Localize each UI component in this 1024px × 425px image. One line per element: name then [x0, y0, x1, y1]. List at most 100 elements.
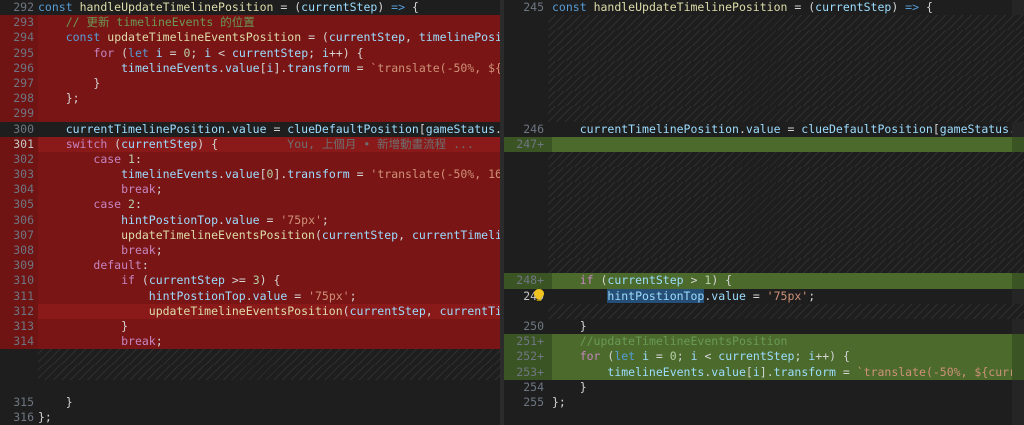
line-number: 293 [13, 15, 34, 30]
line-number [504, 227, 548, 243]
code-text: switch (currentStep) { You, 上個月 • 新增動畫流程… [38, 136, 500, 152]
left-code-line[interactable]: 301 switch (currentStep) { You, 上個月 • 新增… [0, 136, 500, 152]
line-number [504, 45, 548, 61]
line-number [504, 197, 548, 213]
code-text: } [38, 394, 73, 409]
right-code-line[interactable]: 245 const handleUpdateTimelinePosition = … [504, 0, 1024, 15]
code-text: const handleUpdateTimelinePosition = (cu… [552, 0, 933, 14]
left-code-line[interactable]: 303 timelineEvents.value[0].transform = … [0, 167, 500, 183]
left-code-line[interactable]: 295 for (let i = 0; i < currentStep; i++… [0, 45, 500, 61]
left-code-line[interactable]: 297 } [0, 75, 500, 92]
code-text: updateTimelineEventsPosition(currentStep… [38, 303, 500, 319]
left-code-line[interactable]: 313 } [0, 318, 500, 335]
right-code-line[interactable]: → [504, 15, 1024, 31]
left-code-line[interactable]: 316}; [0, 410, 500, 425]
line-number: 250 [523, 318, 544, 333]
line-number [504, 75, 548, 92]
code-text: if (currentStep >= 3) { [38, 273, 500, 289]
right-code-line[interactable] [504, 30, 1024, 46]
left-code-line[interactable]: 308 break; [0, 243, 500, 259]
left-code-line[interactable] [0, 349, 500, 365]
modified-pane[interactable]: 245 const handleUpdateTimelinePosition = … [504, 0, 1024, 425]
line-number: 306 [13, 212, 34, 227]
right-code-line[interactable] [504, 258, 1024, 274]
line-number: 313 [13, 318, 34, 333]
revert-arrow-icon[interactable]: → [504, 137, 510, 152]
left-code-line[interactable]: 307 updateTimelineEventsPosition(current… [0, 227, 500, 243]
code-text: currentTimelinePosition.value = clueDefa… [579, 121, 1012, 136]
left-code-line[interactable] [0, 364, 500, 380]
right-code-line[interactable] [504, 45, 1024, 61]
left-code-line[interactable]: 304 break; [0, 182, 500, 198]
right-code-line[interactable] [504, 303, 1024, 319]
right-code-line[interactable] [504, 106, 1024, 122]
line-number [504, 106, 548, 122]
line-number [0, 380, 38, 395]
line-number: 307 [13, 227, 34, 242]
left-code-line[interactable]: 312 updateTimelineEventsPosition(current… [0, 303, 500, 319]
revert-arrow-icon[interactable]: → [504, 334, 510, 349]
left-code-line[interactable]: 311 hintPostionTop.value = '75px'; [0, 288, 500, 304]
right-code-line[interactable] [504, 91, 1024, 107]
left-code-line[interactable]: 315 } [0, 395, 500, 410]
right-code-line[interactable] [504, 197, 1024, 213]
right-code-line[interactable] [504, 212, 1024, 228]
code-text: break; [38, 334, 500, 350]
left-code-line[interactable]: 299 [0, 106, 500, 122]
code-text: const handleUpdateTimelinePosition = (cu… [38, 0, 419, 14]
left-code-line[interactable]: 294 const updateTimelineEventsPosition =… [0, 30, 500, 46]
line-number [504, 15, 548, 31]
right-code-line[interactable] [504, 60, 1024, 76]
line-number: 247+ [516, 136, 544, 151]
lightbulb-icon[interactable] [534, 288, 548, 304]
left-code-line[interactable]: 310 if (currentStep >= 3) { [0, 273, 500, 289]
line-number: 299 [13, 106, 34, 121]
left-code-line[interactable]: 298 }; [0, 91, 500, 107]
right-code-line[interactable]: 248+ if (currentStep > 1) { [504, 273, 1024, 289]
right-code-line[interactable] [504, 227, 1024, 243]
left-code-line[interactable]: 302 case 1: [0, 151, 500, 168]
right-code-line[interactable] [504, 167, 1024, 183]
left-code-line[interactable]: 305 case 2: [0, 197, 500, 213]
line-number: 254 [523, 379, 544, 394]
left-code-line[interactable]: 300 currentTimelinePosition.value = clue… [0, 122, 500, 137]
original-pane[interactable]: 292 const handleUpdateTimelinePosition = … [0, 0, 500, 425]
right-code-line[interactable]: 251+ → //updateTimelineEventsPosition [504, 334, 1024, 350]
right-code-line[interactable]: 253+ timelineEvents.value[i].transform =… [504, 364, 1024, 380]
left-code-line[interactable]: 306 hintPostionTop.value = '75px'; [0, 212, 500, 228]
left-code-line[interactable]: 292 const handleUpdateTimelinePosition = … [0, 0, 500, 15]
left-code-line[interactable]: 314 break; [0, 334, 500, 350]
right-code-line[interactable]: 252+ for (let i = 0; i < currentStep; i+… [504, 349, 1024, 365]
right-code-line[interactable] [504, 151, 1024, 168]
revert-arrow-icon[interactable]: → [504, 15, 510, 30]
diff-editor: 292 const handleUpdateTimelinePosition = … [0, 0, 1024, 425]
line-number: 314 [13, 334, 34, 349]
left-code-line[interactable]: 296 timelineEvents.value[i].transform = … [0, 60, 500, 76]
code-text: hintPostionTop.value = '75px'; [607, 288, 816, 303]
right-code-line[interactable]: 250 } [504, 319, 1024, 334]
right-code-line[interactable]: 255}; [504, 395, 1024, 410]
left-code-line[interactable] [0, 380, 500, 395]
left-code-line[interactable]: 309 default: [0, 258, 500, 274]
right-code-line[interactable] [504, 182, 1024, 198]
right-code-line[interactable]: 247+ → [504, 136, 1024, 152]
right-code-line[interactable] [504, 75, 1024, 92]
right-code-line[interactable]: 246 currentTimelinePosition.value = clue… [504, 122, 1024, 137]
line-number: 312 [13, 303, 34, 318]
right-code-line[interactable]: 249 hintPostionTop.value = '75px'; [504, 288, 1024, 304]
line-number: 311 [13, 288, 34, 303]
left-code-line[interactable]: 293 // 更新 timelineEvents 的位置 [0, 15, 500, 31]
right-code-line[interactable] [504, 243, 1024, 259]
right-code-line[interactable]: 254 } [504, 380, 1024, 395]
code-text: timelineEvents.value[i].transform = `tra… [38, 60, 500, 76]
